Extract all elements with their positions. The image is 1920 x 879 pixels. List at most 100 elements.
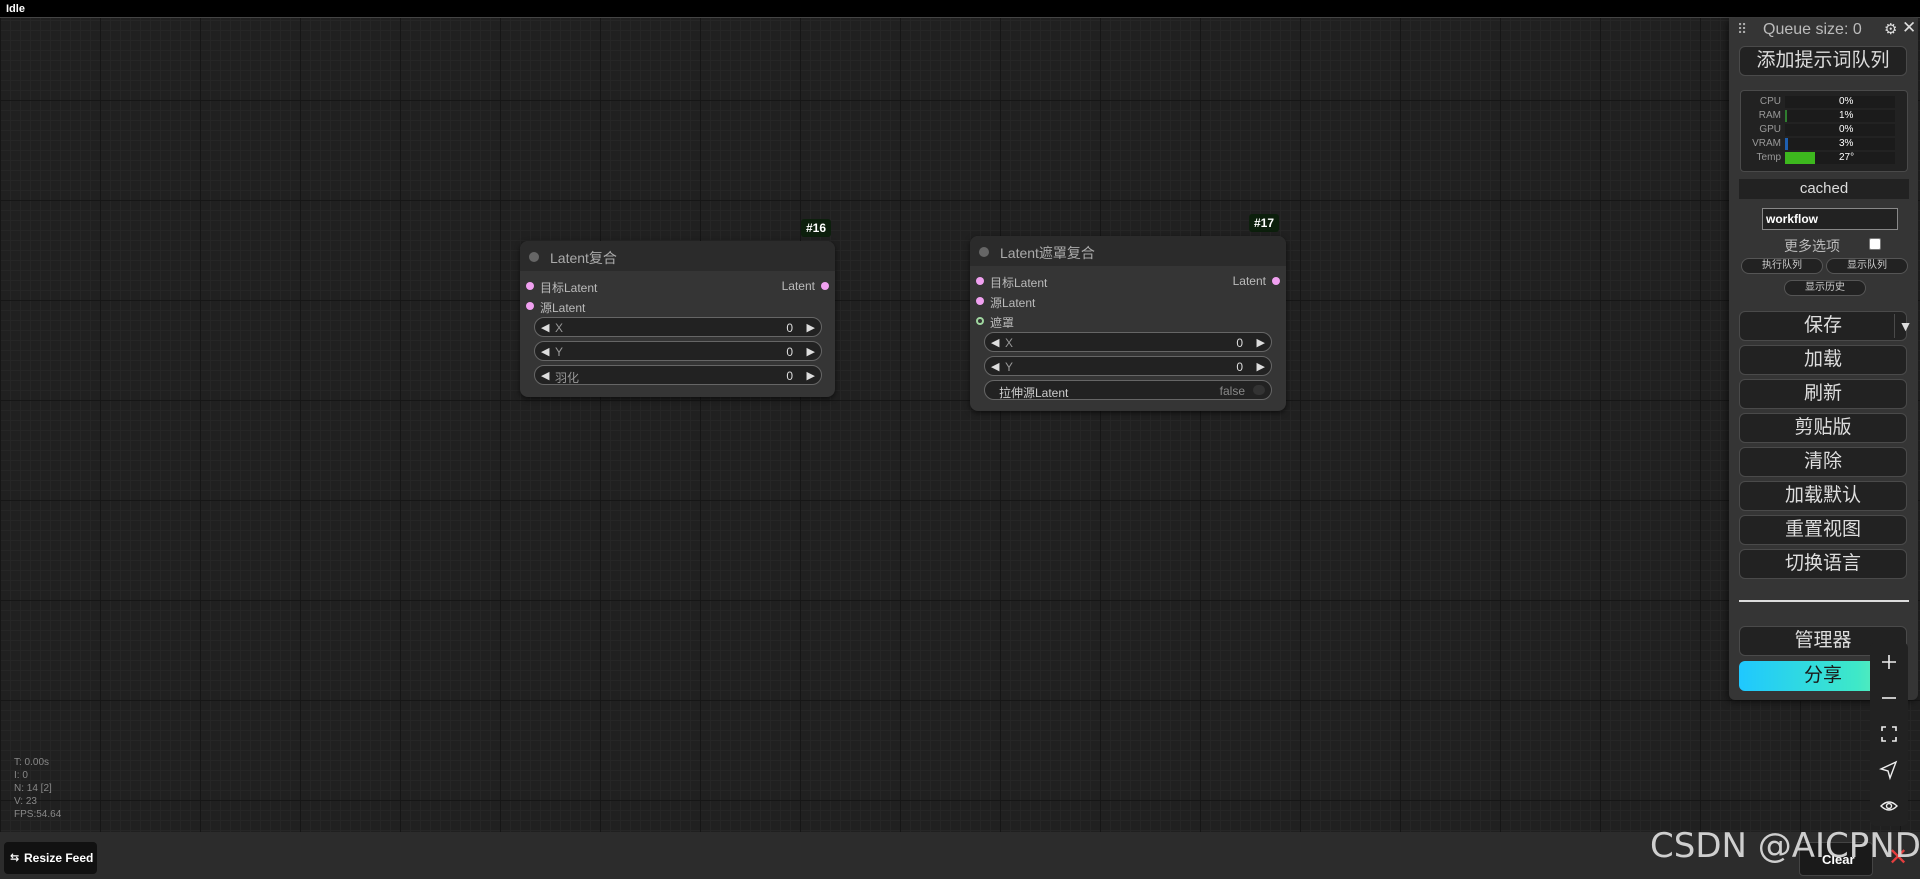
zoom-in-button[interactable] <box>1870 644 1908 680</box>
toggle-visibility-button[interactable] <box>1870 788 1908 824</box>
widget-name: Y <box>1005 360 1014 374</box>
input-slot-dot[interactable] <box>526 302 534 310</box>
monitor-row-vram: VRAM 3% <box>1741 138 1907 150</box>
eye-icon <box>1880 801 1898 811</box>
number-widget-x[interactable]: ◀ X 0 ▶ <box>984 332 1272 352</box>
monitor-bar-fill <box>1785 138 1788 150</box>
widget-value: 0 <box>786 369 793 383</box>
number-widget-x[interactable]: ◀ X 0 ▶ <box>534 317 822 337</box>
monitor-value: 27° <box>1839 152 1855 163</box>
resize-feed-button[interactable]: ⇆ Resize Feed <box>4 842 97 874</box>
reset-view-button[interactable]: 重置视图 <box>1739 515 1907 545</box>
node-io-row: 遮罩 <box>970 312 1286 330</box>
show-queue-button[interactable]: 显示队列 <box>1826 258 1908 274</box>
node-id-badge: #16 <box>801 219 832 237</box>
increment-arrow-icon[interactable]: ▶ <box>807 321 815 334</box>
mask-input-slot-dot[interactable] <box>976 317 984 325</box>
increment-arrow-icon[interactable]: ▶ <box>807 369 815 382</box>
stat-iterations: I: 0 <box>14 770 28 781</box>
widget-value: 0 <box>1236 336 1243 350</box>
node-latent-masked-composite[interactable]: Latent遮罩复合 目标Latent Latent 源Latent 遮罩 ◀ … <box>970 236 1286 411</box>
node-io-row: 源Latent <box>520 297 835 315</box>
widget-value: 0 <box>786 345 793 359</box>
output-slot-dot[interactable] <box>821 282 829 290</box>
increment-arrow-icon[interactable]: ▶ <box>1257 360 1265 373</box>
input-slot-dot[interactable] <box>526 282 534 290</box>
node-title-bar[interactable]: Latent复合 <box>520 241 835 271</box>
more-options-label: 更多选项 <box>1784 238 1840 254</box>
gear-icon[interactable]: ⚙ <box>1884 20 1897 38</box>
monitor-row-cpu: CPU 0% <box>1741 96 1907 108</box>
number-widget-feather[interactable]: ◀ 羽化 0 ▶ <box>534 365 822 385</box>
output-slot-dot[interactable] <box>1272 277 1280 285</box>
decrement-arrow-icon[interactable]: ◀ <box>541 369 549 382</box>
chevron-down-icon[interactable]: ▼ <box>1894 314 1916 338</box>
zoom-out-button[interactable] <box>1870 680 1908 716</box>
close-icon[interactable]: ✕ <box>1902 18 1916 38</box>
monitor-label: CPU <box>1759 96 1781 107</box>
number-widget-y[interactable]: ◀ Y 0 ▶ <box>984 356 1272 376</box>
load-button[interactable]: 加载 <box>1739 345 1907 375</box>
stat-fps: FPS:54.64 <box>14 809 62 820</box>
monitor-bar-fill <box>1785 152 1815 164</box>
increment-arrow-icon[interactable]: ▶ <box>1257 336 1265 349</box>
monitor-row-temp: Temp 27° <box>1741 152 1907 164</box>
view-queue-button[interactable]: 执行队列 <box>1741 258 1823 274</box>
menu-divider <box>1739 600 1909 602</box>
switch-language-button[interactable]: 切换语言 <box>1739 549 1907 579</box>
sliders-icon: ⇆ <box>10 852 20 864</box>
node-latent-composite[interactable]: Latent复合 目标Latent Latent 源Latent ◀ X 0 ▶… <box>520 241 835 397</box>
decrement-arrow-icon[interactable]: ◀ <box>991 360 999 373</box>
increment-arrow-icon[interactable]: ▶ <box>807 345 815 358</box>
locate-button[interactable] <box>1870 752 1908 788</box>
canvas-controls <box>1870 642 1908 826</box>
input-slot-dot[interactable] <box>976 277 984 285</box>
status-text: Idle <box>6 3 25 15</box>
drag-handle-icon[interactable]: ⠿ <box>1737 21 1747 38</box>
side-menu: ⠿ Queue size: 0 ⚙ ✕ 添加提示词队列 CPU 0% RAM 1… <box>1729 18 1918 700</box>
minus-icon <box>1882 697 1896 699</box>
fit-view-button[interactable] <box>1870 716 1908 752</box>
monitor-value: 3% <box>1839 138 1854 149</box>
input-label: 目标Latent <box>990 276 1048 290</box>
toggle-widget-resize-source[interactable]: 拉伸源Latent false <box>984 380 1272 400</box>
node-title-bar[interactable]: Latent遮罩复合 <box>970 236 1286 266</box>
collapse-dot-icon[interactable] <box>529 252 539 262</box>
decrement-arrow-icon[interactable]: ◀ <box>991 336 999 349</box>
save-label: 保存 <box>1803 315 1842 336</box>
view-history-button[interactable]: 显示历史 <box>1784 280 1866 296</box>
toggle-knob-icon[interactable] <box>1253 385 1265 395</box>
stat-vertices: V: 23 <box>14 796 37 807</box>
output-label: Latent <box>781 279 815 293</box>
decrement-arrow-icon[interactable]: ◀ <box>541 345 549 358</box>
node-io-row: 目标Latent Latent <box>520 277 835 295</box>
workflow-name-input[interactable] <box>1762 208 1898 230</box>
monitor-label: RAM <box>1758 110 1781 121</box>
node-title: Latent复合 <box>550 250 617 266</box>
load-default-button[interactable]: 加载默认 <box>1739 481 1907 511</box>
widget-value: false <box>1219 384 1245 398</box>
widget-name: X <box>555 321 564 335</box>
node-io-row: 源Latent <box>970 292 1286 310</box>
decrement-arrow-icon[interactable]: ◀ <box>541 321 549 334</box>
more-options-checkbox[interactable] <box>1869 238 1881 250</box>
queue-prompt-button[interactable]: 添加提示词队列 <box>1739 46 1907 76</box>
number-widget-y[interactable]: ◀ Y 0 ▶ <box>534 341 822 361</box>
watermark: CSDN @AICPND <box>1650 826 1920 866</box>
render-stats: T: 0.00s I: 0 N: 14 [2] V: 23 FPS:54.64 <box>14 756 61 821</box>
queue-size-text: Queue size: 0 <box>1763 21 1862 38</box>
widget-name: 拉伸源Latent <box>999 386 1069 400</box>
node-title: Latent遮罩复合 <box>1000 245 1095 261</box>
clear-button[interactable]: 清除 <box>1739 447 1907 477</box>
input-slot-dot[interactable] <box>976 297 984 305</box>
widget-name: X <box>1005 336 1014 350</box>
refresh-button[interactable]: 刷新 <box>1739 379 1907 409</box>
monitor-label: GPU <box>1759 124 1781 135</box>
collapse-dot-icon[interactable] <box>979 247 989 257</box>
input-label: 目标Latent <box>540 281 598 295</box>
output-label: Latent <box>1232 274 1266 288</box>
monitor-value: 1% <box>1839 110 1854 121</box>
monitor-row-gpu: GPU 0% <box>1741 124 1907 136</box>
save-button[interactable]: 保存 ▼ <box>1739 311 1912 341</box>
clipspace-button[interactable]: 剪贴版 <box>1739 413 1907 443</box>
